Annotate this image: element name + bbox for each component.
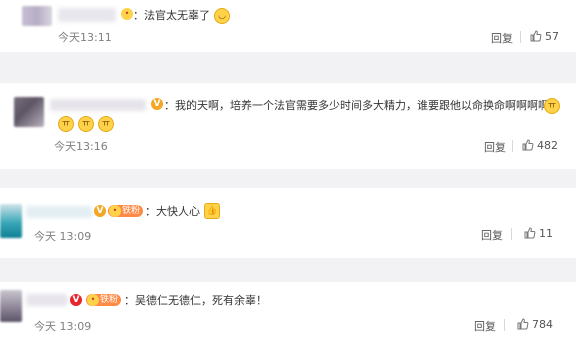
username-blurred[interactable] bbox=[26, 294, 68, 306]
reply-button[interactable]: 回复 bbox=[474, 318, 496, 334]
fan-face-icon: • bbox=[109, 205, 121, 217]
username-blurred[interactable] bbox=[58, 8, 116, 22]
like-button[interactable]: 784 bbox=[517, 318, 553, 331]
fan-badge-label: 铁粉 bbox=[100, 295, 119, 305]
reply-button[interactable]: 回复 bbox=[491, 30, 513, 46]
thumbs-up-emoji-icon: 👍 bbox=[204, 203, 220, 219]
divider bbox=[512, 140, 513, 152]
thumbs-up-icon bbox=[524, 227, 536, 239]
like-count: 11 bbox=[539, 227, 553, 240]
comment-text: ：法官太无辜了 bbox=[133, 9, 210, 22]
cry-emoji-icon: ㅠ bbox=[544, 98, 560, 114]
comment-time: 今天13:11 bbox=[58, 31, 112, 44]
thumbs-up-icon bbox=[530, 30, 542, 42]
comment-text: ：吴德仁无德仁，死有余辜！ bbox=[124, 294, 267, 307]
comment-card: V • 铁粉 ：大快人心 👍 今天 13:09 回复 11 bbox=[0, 188, 576, 258]
avatar[interactable] bbox=[0, 204, 22, 238]
comment-time: 今天13:16 bbox=[54, 140, 108, 153]
comment-time: 今天 13:09 bbox=[34, 320, 92, 333]
cry-emoji-icon: ㅠ bbox=[98, 116, 114, 132]
divider bbox=[504, 319, 505, 331]
like-button[interactable]: 11 bbox=[524, 227, 553, 240]
like-button[interactable]: 482 bbox=[522, 139, 558, 152]
member-face-icon: • bbox=[121, 8, 133, 20]
smile-emoji-icon: ◡ bbox=[214, 8, 230, 24]
reply-button[interactable]: 回复 bbox=[484, 139, 506, 155]
vip-v-icon: V bbox=[151, 98, 163, 110]
cry-emoji-icon: ㅠ bbox=[58, 116, 74, 132]
like-count: 482 bbox=[537, 139, 558, 152]
avatar[interactable] bbox=[0, 290, 22, 322]
cry-emoji-icon: ㅠ bbox=[78, 116, 94, 132]
comment-text: ：大快人心 bbox=[145, 205, 200, 218]
comment-time: 今天 13:09 bbox=[34, 230, 92, 243]
fan-badge: • 铁粉 bbox=[86, 294, 122, 306]
comment-card: • ：法官太无辜了 ◡ 今天13:11 回复 57 bbox=[0, 0, 576, 52]
like-count: 57 bbox=[545, 30, 559, 43]
vip-v-icon: V bbox=[94, 205, 106, 217]
like-button[interactable]: 57 bbox=[530, 30, 559, 43]
thumbs-up-icon bbox=[517, 318, 529, 330]
thumbs-up-icon bbox=[522, 139, 534, 151]
comment-text: ：我的天啊，培养一个法官需要多少时间多大精力，谁要跟他以命换命啊啊啊啊 bbox=[164, 99, 549, 112]
comment-card: V • 铁粉 ：吴德仁无德仁，死有余辜！ 今天 13:09 回复 784 bbox=[0, 282, 576, 338]
fan-badge-label: 铁粉 bbox=[122, 206, 141, 216]
divider bbox=[511, 228, 512, 240]
fan-face-icon: • bbox=[87, 294, 99, 306]
username-blurred[interactable] bbox=[50, 99, 146, 111]
username-blurred[interactable] bbox=[26, 206, 92, 218]
fan-badge: • 铁粉 bbox=[108, 205, 144, 217]
avatar[interactable] bbox=[14, 97, 44, 127]
reply-button[interactable]: 回复 bbox=[481, 227, 503, 243]
avatar[interactable] bbox=[22, 6, 52, 26]
like-count: 784 bbox=[532, 318, 553, 331]
vip-v-icon: V bbox=[70, 294, 82, 306]
divider bbox=[520, 31, 521, 43]
comment-card: V ：我的天啊，培养一个法官需要多少时间多大精力，谁要跟他以命换命啊啊啊啊 ㅠ … bbox=[0, 83, 576, 169]
